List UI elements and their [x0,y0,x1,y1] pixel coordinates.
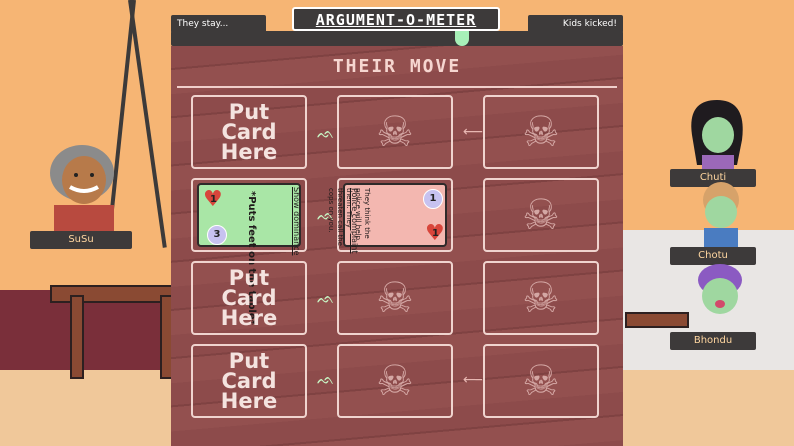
bhondu-name-tag: Bhondu [670,332,756,350]
skull-crossbones-icon: ☠ [376,356,414,405]
put-card-word: Here [220,306,278,330]
card-circle-value: 1 [423,189,443,209]
argument-meter-bar [171,31,623,46]
board-title: THEIR MOVE [332,56,462,77]
arrow-left-icon: ⟵ [463,124,484,140]
card-police-complaint: Police complaint They think the police w… [327,183,447,253]
card-slot-opponent: ☠ [483,95,599,169]
skull-crossbones-icon: ☠ [522,107,560,156]
skull-crossbones-icon: ☠ [376,273,414,322]
card-heart-value: 1 [432,228,439,239]
game-board: THEIR MOVE Put Card Here ᨒ ☠ ⟵ ☠ ♥ 1 3 *Pu… [171,46,623,446]
butterfly-icon: ᨒ [317,291,335,307]
card-slot-empty[interactable]: Put Card Here [191,95,307,169]
card-slot-opponent: ☠ [483,261,599,335]
meter-left-label: They stay... [171,15,266,33]
card-show-dominance[interactable]: ♥ 1 3 *Puts feet on the table* Show domi… [197,183,301,325]
susu-character[interactable] [32,135,132,235]
put-card-word: Card [221,286,277,310]
card-slot-filled[interactable]: ♥ 1 3 *Puts feet on the table* Show domi… [191,178,307,325]
butterfly-icon: ᨒ [317,126,335,142]
card-slot-empty[interactable]: Put Card Here [191,344,307,418]
card-text: *Puts feet on the table* [246,191,257,325]
put-card-word: Put [228,100,270,124]
skull-crossbones-icon: ☠ [376,107,414,156]
put-card-word: Here [220,389,278,413]
swing-rope-left [128,0,167,248]
card-slot-opponent: ☠ [337,261,453,335]
meter-title: ARGUMENT-O-METER [292,7,500,31]
board-divider [177,86,617,88]
bhondu-character[interactable] [684,256,754,336]
put-card-word: Put [228,266,270,290]
put-card-label: Put Card Here [193,100,305,164]
put-card-word: Card [221,369,277,393]
card-slot-opponent-filled: Police complaint They think the police w… [327,178,453,253]
card-title: Show dominance [292,187,301,256]
card-slot-opponent: ☠ [337,344,453,418]
susu-name-tag: SuSu [30,231,132,249]
chuti-character[interactable] [682,95,752,175]
card-slot-opponent: ☠ [337,95,453,169]
skull-crossbones-icon: ☠ [522,273,560,322]
butterfly-icon: ᨒ [317,372,335,388]
card-slot-opponent: ☠ [483,344,599,418]
bed-leg [70,295,84,379]
card-slot-opponent: ☠ [483,178,599,252]
card-circle-value: 3 [207,225,227,245]
put-card-word: Put [228,349,270,373]
skull-crossbones-icon: ☠ [522,190,560,239]
chair-frame [625,312,689,328]
put-card-word: Card [221,120,277,144]
meter-right-label: Kids kicked! [528,15,623,33]
card-text: They think the police will help them. Th… [327,188,371,246]
put-card-word: Here [220,140,278,164]
card-heart-value: 1 [210,194,217,205]
skull-crossbones-icon: ☠ [522,356,560,405]
card-slot-empty[interactable]: Put Card Here [191,261,307,335]
arrow-left-icon: ⟵ [463,372,484,388]
put-card-label: Put Card Here [193,266,305,330]
chotu-character[interactable] [686,170,756,250]
put-card-label: Put Card Here [193,349,305,413]
